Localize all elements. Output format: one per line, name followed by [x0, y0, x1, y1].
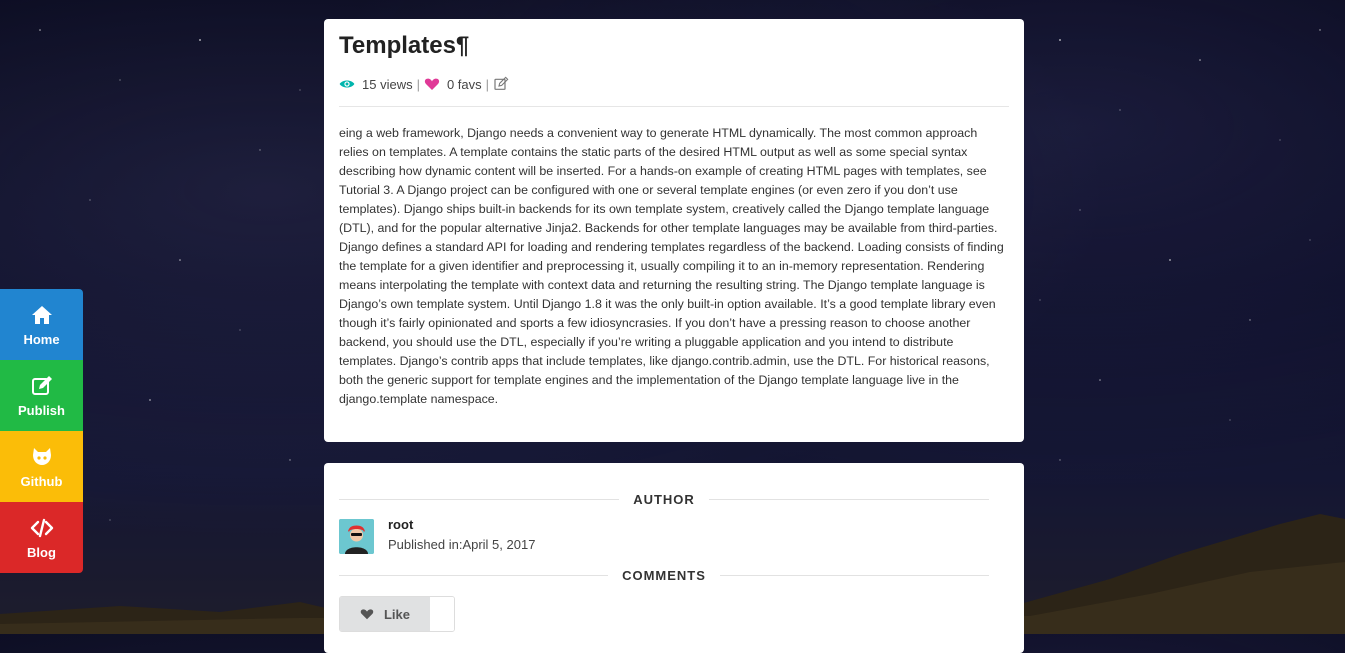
- like-button[interactable]: Like: [340, 597, 430, 631]
- favs-count: 0 favs: [446, 76, 482, 92]
- sidebar-item-blog[interactable]: Blog: [0, 502, 83, 573]
- article-title: Templates¶: [339, 32, 470, 59]
- edit-icon[interactable]: [493, 76, 509, 92]
- publish-date: Published in:April 5, 2017: [388, 537, 536, 552]
- code-icon: [30, 518, 53, 537]
- sidebar-item-github[interactable]: Github: [0, 431, 83, 502]
- home-icon: [31, 305, 52, 324]
- avatar-illustration: [339, 519, 374, 554]
- eye-icon: [339, 80, 355, 88]
- like-widget: Like: [339, 596, 455, 632]
- views-count: 15 views: [362, 76, 413, 92]
- sidebar-item-home[interactable]: Home: [0, 289, 83, 360]
- edit-icon: [31, 375, 52, 395]
- title-divider: [339, 106, 1009, 107]
- sidebar-item-label: Home: [23, 331, 60, 347]
- stats-separator: |: [485, 76, 490, 92]
- heart-icon: [360, 609, 374, 620]
- author-name[interactable]: root: [388, 517, 535, 533]
- github-icon: [32, 447, 51, 465]
- comments-heading: COMMENTS: [339, 565, 989, 585]
- article-stats: 15 views | 0 favs |: [339, 73, 1009, 95]
- avatar[interactable]: [339, 519, 374, 554]
- article-card: Templates¶ 15 views | 0 favs | eing a we…: [324, 19, 1024, 442]
- like-label: Like: [383, 606, 410, 622]
- heart-icon[interactable]: [424, 76, 440, 92]
- sidebar-item-label: Publish: [18, 402, 65, 418]
- author-block: root Published in:April 5, 2017: [339, 517, 1009, 554]
- sidebar-item-label: Blog: [27, 544, 56, 560]
- meta-card: AUTHOR root Published in:April 5, 2017 C…: [324, 463, 1024, 653]
- sidebar-item-label: Github: [20, 473, 63, 489]
- stats-separator: |: [416, 76, 420, 92]
- sidebar-item-publish[interactable]: Publish: [0, 360, 83, 431]
- author-heading: AUTHOR: [339, 489, 989, 509]
- like-count: [430, 597, 454, 631]
- side-nav: Home Publish Github Blog: [0, 289, 83, 573]
- article-body: eing a web framework, Django needs a con…: [339, 126, 1004, 406]
